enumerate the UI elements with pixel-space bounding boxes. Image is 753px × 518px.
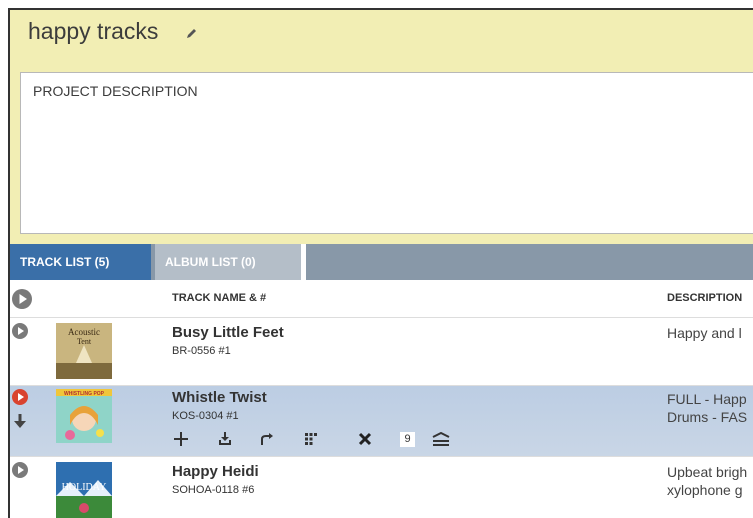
track-description-line: Happy and l (667, 325, 742, 341)
tab-album-list[interactable]: ALBUM LIST (0) (155, 244, 301, 280)
track-description-line: FULL - Happ (667, 391, 747, 407)
track-code: KOS-0304 #1 (172, 410, 239, 422)
album-cover-image: HOLIDAY (56, 462, 112, 518)
share-icon[interactable] (256, 428, 278, 450)
track-list-header: TRACK NAME & # DESCRIPTION (10, 280, 753, 318)
play-circle-icon[interactable] (12, 462, 28, 478)
track-name[interactable]: Whistle Twist (172, 389, 267, 406)
album-cover-image: Acoustic Tent (56, 323, 112, 379)
album-cover-image: WHISTLING POP (56, 389, 112, 443)
track-description: Upbeat brigh xylophone g (667, 463, 747, 499)
lines-icon[interactable] (430, 428, 452, 450)
svg-text:Tent: Tent (77, 337, 92, 346)
tab-track-list[interactable]: TRACK LIST (5) (10, 244, 151, 289)
plus-icon[interactable] (170, 428, 192, 450)
svg-text:Acoustic: Acoustic (68, 327, 100, 337)
project-description-label: PROJECT DESCRIPTION (33, 83, 198, 99)
edit-pencil-icon[interactable] (185, 28, 197, 40)
track-name[interactable]: Happy Heidi (172, 463, 259, 480)
play-all-icon[interactable] (12, 289, 32, 309)
track-description: FULL - Happ Drums - FAS (667, 390, 747, 426)
tabs-bar: TRACK LIST (5) ALBUM LIST (0) (10, 244, 753, 289)
track-description-line: Drums - FAS (667, 409, 748, 425)
project-title: happy tracks (28, 18, 159, 44)
column-description[interactable]: DESCRIPTION (667, 292, 742, 304)
grid-icon[interactable] (300, 428, 322, 450)
table-row[interactable]: HOLIDAY Happy Heidi SOHOA-0118 #6 Upbeat… (10, 456, 753, 518)
download-icon[interactable] (214, 428, 236, 450)
close-icon[interactable] (354, 428, 376, 450)
track-description: Happy and l (667, 324, 742, 342)
project-panel: happy tracks PROJECT DESCRIPTION TRACK L… (8, 8, 753, 518)
track-description-line: xylophone g (667, 482, 743, 498)
track-actions: 9 (168, 428, 498, 486)
track-name[interactable]: Busy Little Feet (172, 324, 284, 341)
svg-text:HOLIDAY: HOLIDAY (62, 482, 107, 493)
track-code: BR-0556 #1 (172, 345, 231, 357)
version-count-badge: 9 (400, 432, 415, 447)
svg-text:WHISTLING POP: WHISTLING POP (64, 391, 105, 397)
column-track-name[interactable]: TRACK NAME & # (172, 292, 266, 304)
project-description-box[interactable]: PROJECT DESCRIPTION (20, 72, 753, 234)
download-arrow-icon[interactable] (13, 413, 27, 429)
project-header: happy tracks PROJECT DESCRIPTION (10, 10, 753, 244)
track-description-line: Upbeat brigh (667, 464, 748, 480)
play-circle-icon[interactable] (12, 389, 28, 405)
table-row[interactable]: Acoustic Tent Busy Little Feet BR-0556 #… (10, 318, 753, 386)
table-row-selected[interactable]: WHISTLING POP Whistle Twist KOS-0304 #1 … (10, 386, 753, 486)
track-code: SOHOA-0118 #6 (172, 484, 255, 496)
tab-divider (301, 244, 306, 280)
play-circle-icon[interactable] (12, 323, 28, 339)
